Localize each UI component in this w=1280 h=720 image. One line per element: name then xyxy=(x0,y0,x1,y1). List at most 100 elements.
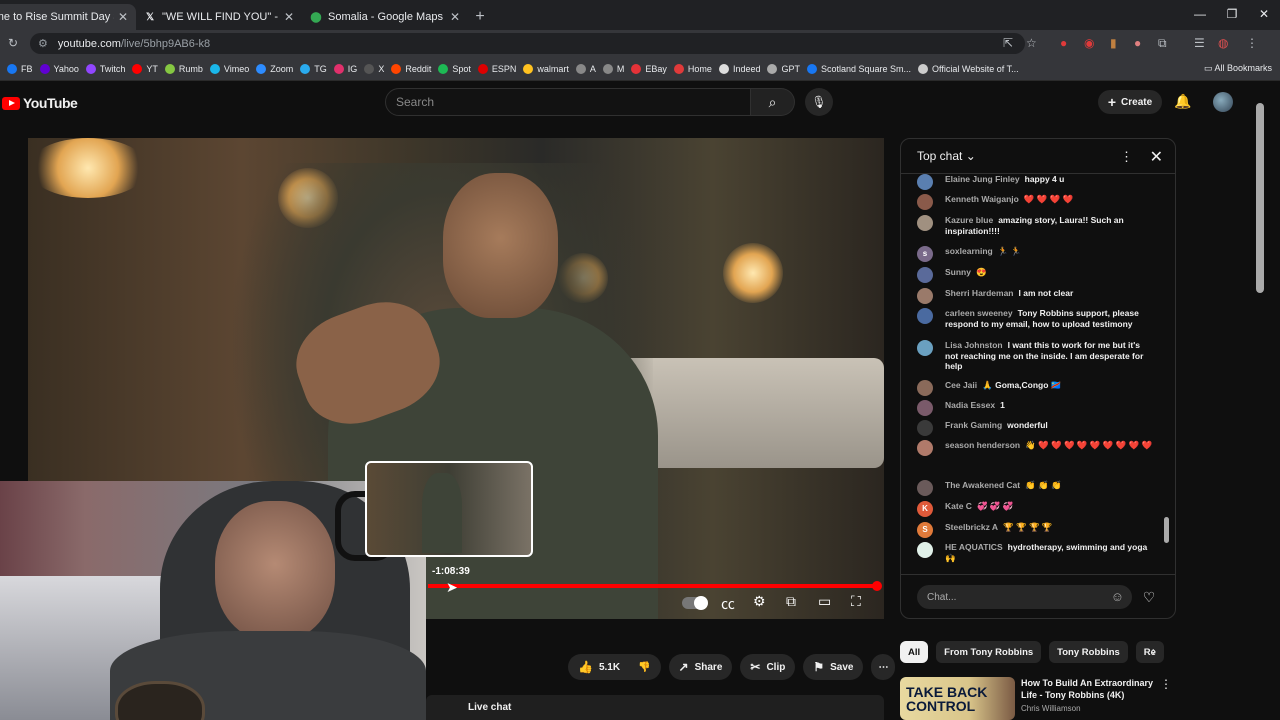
page-scrollbar[interactable] xyxy=(1256,103,1264,293)
bookmark[interactable]: Official Website of T... xyxy=(918,63,1019,74)
recommended-thumbnail[interactable]: TAKE BACK CONTROL xyxy=(900,677,1015,720)
chat-author[interactable]: Frank Gaming xyxy=(945,420,1002,430)
chat-author[interactable]: Kate C xyxy=(945,501,972,511)
all-bookmarks[interactable]: ▭ All Bookmarks xyxy=(1204,63,1272,74)
browser-tab[interactable]: ⬤ Somalia - Google Maps ✕ xyxy=(302,4,468,30)
bookmark[interactable]: M xyxy=(602,63,624,74)
bookmark[interactable]: Twitch xyxy=(85,63,125,74)
chat-avatar[interactable] xyxy=(917,480,933,496)
profile-icon[interactable]: ◍ xyxy=(1218,36,1228,50)
chat-author[interactable]: Steelbrickz A xyxy=(945,522,998,532)
chat-avatar[interactable] xyxy=(917,420,933,436)
bookmark[interactable]: Zoom xyxy=(256,63,293,74)
chat-input[interactable]: Chat... ☺ xyxy=(917,585,1132,609)
fullscreen-icon[interactable]: ⛶ xyxy=(851,593,861,610)
bookmark[interactable]: FB xyxy=(7,63,33,74)
chat-author[interactable]: The Awakened Cat xyxy=(945,480,1020,490)
minimize-icon[interactable]: — xyxy=(1184,0,1216,28)
bookmark[interactable]: YT xyxy=(132,63,158,74)
chat-avatar[interactable]: S xyxy=(917,522,933,538)
recommended-video[interactable]: TAKE BACK CONTROL How To Build An Extrao… xyxy=(900,677,1180,720)
chat-author[interactable]: Sherri Hardeman xyxy=(945,288,1014,298)
chat-mode-selector[interactable]: Top chat ⌄ xyxy=(917,149,976,163)
chat-author[interactable]: Kazure blue xyxy=(945,215,993,225)
bookmark[interactable]: X xyxy=(364,63,384,74)
progress-bar[interactable] xyxy=(428,584,876,588)
media-icon[interactable]: ☰ xyxy=(1194,36,1205,50)
chat-avatar[interactable]: s xyxy=(917,246,933,262)
voice-search-button[interactable]: 🎙 xyxy=(805,88,833,116)
chat-avatar[interactable] xyxy=(917,174,933,190)
bookmark[interactable]: Reddit xyxy=(391,63,431,74)
chat-avatar[interactable] xyxy=(917,400,933,416)
settings-gear-icon[interactable]: ⚙ xyxy=(753,593,766,610)
chat-avatar[interactable] xyxy=(917,542,933,558)
more-actions-button[interactable]: ⋯ xyxy=(871,654,896,680)
address-bar[interactable]: ⚙ youtube.com/live/5bhp9AB6-k8 xyxy=(30,33,1025,54)
bookmark[interactable]: Home xyxy=(673,63,712,74)
like-button[interactable]: 👍 5.1K xyxy=(568,654,629,680)
theater-mode-icon[interactable]: ▭ xyxy=(818,593,831,610)
browser-tab[interactable]: 𝕏 "WE WILL FIND YOU" - Search / ✕ xyxy=(136,4,302,30)
bookmark[interactable]: walmart xyxy=(523,63,569,74)
chat-scrollbar[interactable] xyxy=(1164,517,1169,543)
reload-icon[interactable]: ↻ xyxy=(8,36,18,50)
chat-menu-icon[interactable]: ⋮ xyxy=(1120,149,1133,165)
chip[interactable]: All xyxy=(900,641,929,663)
chat-author[interactable]: Sunny xyxy=(945,267,971,277)
subtitles-icon[interactable]: ㏄ xyxy=(721,594,735,614)
close-tab-icon[interactable]: ✕ xyxy=(284,10,294,24)
chat-avatar[interactable] xyxy=(917,440,933,456)
restore-icon[interactable]: ❐ xyxy=(1216,0,1248,28)
close-window-icon[interactable]: ✕ xyxy=(1248,0,1280,28)
menu-dots-icon[interactable]: ⋮ xyxy=(1246,36,1258,50)
bookmark[interactable]: GPT xyxy=(767,63,800,74)
bookmark[interactable]: A xyxy=(575,63,596,74)
extension-icon[interactable]: ▮ xyxy=(1110,36,1117,50)
share-button[interactable]: ↗ Share xyxy=(668,654,733,680)
chat-avatar[interactable] xyxy=(917,267,933,283)
account-avatar[interactable] xyxy=(1213,92,1233,112)
chat-avatar[interactable]: K xyxy=(917,501,933,517)
progress-scrubber[interactable] xyxy=(872,581,882,591)
browser-tab[interactable]: ▶ Time to Rise Summit Day 3: Yo ✕ xyxy=(0,4,136,30)
chat-author[interactable]: soxlearning xyxy=(945,246,993,256)
chip[interactable]: From Tony Robbins xyxy=(936,641,1042,663)
recommended-info[interactable]: How To Build An Extraordinary Life - Ton… xyxy=(1021,677,1171,720)
opera-icon[interactable]: ◉ xyxy=(1084,36,1094,50)
chat-author[interactable]: Elaine Jung Finley xyxy=(945,174,1020,184)
bookmark[interactable]: Spot xyxy=(438,63,471,74)
close-tab-icon[interactable]: ✕ xyxy=(450,10,460,24)
dislike-button[interactable]: 👎 xyxy=(628,654,661,680)
chat-author[interactable]: Kenneth Waiganjo xyxy=(945,194,1019,204)
bookmark[interactable]: Vimeo xyxy=(209,63,249,74)
search-button[interactable]: ⌕ xyxy=(751,88,795,116)
chat-author[interactable]: HE AQUATICS xyxy=(945,542,1003,552)
chat-author[interactable]: carleen sweeney xyxy=(945,308,1013,318)
bookmark[interactable]: Rumb xyxy=(164,63,203,74)
chat-author[interactable]: Cee Jaii xyxy=(945,380,977,390)
chat-avatar[interactable] xyxy=(917,194,933,210)
close-icon[interactable]: ✕ xyxy=(1150,147,1163,167)
chip[interactable]: Tony Robbins xyxy=(1049,641,1128,663)
chip[interactable]: Re xyxy=(1135,641,1164,663)
new-tab-button[interactable]: + xyxy=(468,4,492,30)
bookmark[interactable]: Indeed xyxy=(718,63,760,74)
chat-avatar[interactable] xyxy=(917,288,933,304)
more-dots-icon[interactable]: ⋮ xyxy=(1160,677,1172,691)
heart-reaction-icon[interactable]: ♡ xyxy=(1138,586,1160,608)
chevron-right-icon[interactable]: › xyxy=(1152,644,1156,658)
clip-button[interactable]: ✂ Clip xyxy=(740,654,796,680)
live-chat-header[interactable]: Live chat xyxy=(426,695,884,720)
search-input[interactable]: Search xyxy=(385,88,751,116)
chat-avatar[interactable] xyxy=(917,380,933,396)
autoplay-toggle[interactable] xyxy=(682,596,708,610)
bookmark[interactable]: TG xyxy=(300,63,327,74)
bookmark[interactable]: Yahoo xyxy=(39,63,79,74)
bookmark-star-icon[interactable]: ☆ xyxy=(1026,36,1037,50)
youtube-logo[interactable]: YouTube xyxy=(2,95,78,111)
extensions-puzzle-icon[interactable]: ⧉ xyxy=(1158,36,1167,51)
miniplayer-icon[interactable]: ⧉ xyxy=(786,593,796,610)
bookmark[interactable]: Scotland Square Sm... xyxy=(806,63,911,74)
extension-icon[interactable]: ● xyxy=(1060,36,1067,50)
